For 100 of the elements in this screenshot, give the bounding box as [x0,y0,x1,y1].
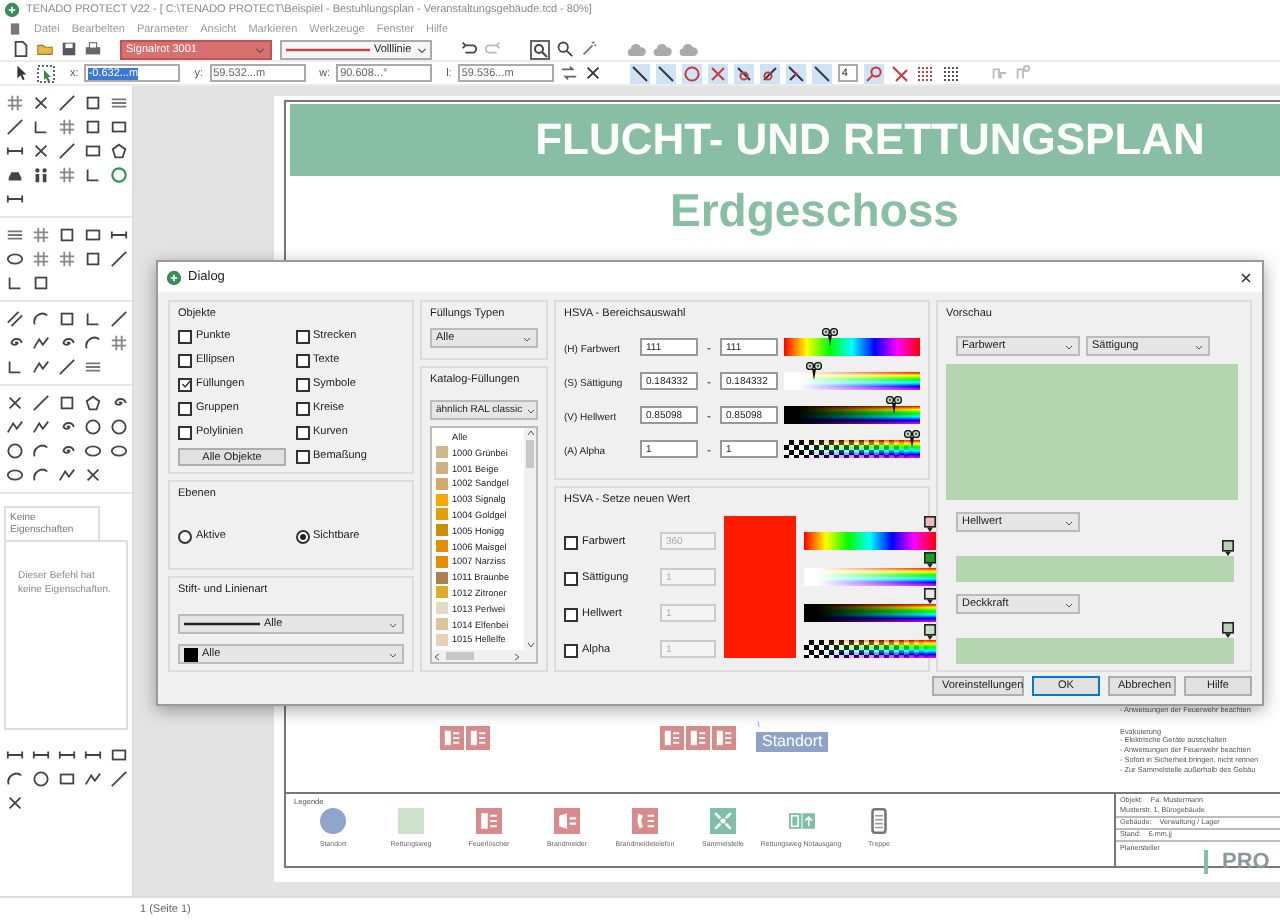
horizontal-lines-icon[interactable] [6,226,24,244]
corner-icon[interactable] [6,274,24,292]
document-icon[interactable] [8,22,22,36]
corner-icon[interactable] [84,310,102,328]
scrollbar-thumb[interactable] [446,652,474,660]
dimension-icon[interactable] [58,746,76,764]
scroll-up-icon[interactable] [525,428,535,438]
slider-thumb[interactable] [821,328,838,346]
grid-icon[interactable] [58,118,76,136]
checkbox[interactable] [178,329,192,343]
radio-button[interactable] [295,529,309,544]
slider-thumb[interactable] [886,396,902,414]
line-icon[interactable] [58,142,76,160]
cross-icon[interactable] [6,794,24,812]
arrow-cursor-icon[interactable] [12,64,30,82]
vertical-scrollbar[interactable] [524,428,536,650]
spiral-icon[interactable] [58,334,76,352]
search-icon[interactable] [556,40,574,58]
car-icon[interactable] [6,166,24,184]
line-icon[interactable] [58,358,76,376]
wand-icon[interactable] [580,40,598,58]
dimension-icon[interactable] [110,226,128,244]
arc-icon[interactable] [84,334,102,352]
line-icon[interactable] [655,63,676,83]
crossing-lines-icon[interactable] [889,63,910,83]
spiral-icon[interactable] [110,394,128,412]
square-icon[interactable] [58,394,76,412]
checkbox[interactable] [295,377,309,391]
dimension-icon[interactable] [32,746,50,764]
checkbox[interactable] [564,571,578,585]
circle-icon[interactable] [681,63,702,83]
select-box-icon[interactable] [36,63,56,83]
pentagon-icon[interactable] [84,394,102,412]
swap-arrows-icon[interactable] [559,64,578,82]
checkbox[interactable] [295,353,309,367]
ellipse-icon[interactable] [6,466,24,484]
scroll-right-icon[interactable] [512,651,522,661]
checkbox[interactable] [178,353,192,367]
line-icon[interactable] [110,770,128,788]
slider-marker[interactable] [924,552,936,568]
cross-icon[interactable] [32,142,50,160]
people-icon[interactable] [32,166,50,184]
ellipse-icon[interactable] [6,250,24,268]
corner-icon[interactable] [32,118,50,136]
checkbox[interactable] [178,401,192,415]
dot-grid-icon[interactable] [941,63,962,83]
polyline-icon[interactable] [58,466,76,484]
scroll-left-icon[interactable] [432,651,442,661]
corner-icon[interactable] [6,358,24,376]
checkbox[interactable] [295,425,309,439]
corner-icon[interactable] [84,166,102,184]
rectangle-icon[interactable] [84,226,102,244]
undo-icon[interactable] [460,40,478,58]
cross-icon[interactable] [84,466,102,484]
square-icon[interactable] [58,226,76,244]
spiral-icon[interactable] [6,334,24,352]
new-file-icon[interactable] [12,40,30,58]
grid-icon[interactable] [32,250,50,268]
checkbox[interactable] [564,607,578,621]
search-icon[interactable] [863,63,884,83]
preview-slider[interactable] [956,540,1234,582]
checkbox[interactable] [295,401,309,415]
grid-icon[interactable] [58,166,76,184]
line-icon[interactable] [32,394,50,412]
dimension-icon[interactable] [84,746,102,764]
slider-marker[interactable] [1222,622,1234,638]
cross-icon[interactable] [6,394,24,412]
square-icon[interactable] [58,310,76,328]
checkbox[interactable] [295,329,309,343]
scrollbar-thumb[interactable] [526,440,534,468]
square-icon[interactable] [84,250,102,268]
grid-icon[interactable] [32,226,50,244]
slider-marker[interactable] [924,516,936,532]
checkbox[interactable] [178,377,192,391]
checkbox[interactable] [564,535,578,549]
line-icon[interactable] [6,118,24,136]
dimension-icon[interactable] [6,142,24,160]
square-icon[interactable] [32,274,50,292]
parallel-lines-icon[interactable] [6,310,24,328]
gradient-slider[interactable] [804,516,936,550]
circle-icon[interactable] [32,770,50,788]
horizontal-scrollbar[interactable] [432,650,536,662]
zoom-window-icon[interactable] [530,39,550,59]
open-folder-icon[interactable] [36,40,54,58]
rectangle-icon[interactable] [58,770,76,788]
checkbox[interactable] [564,643,578,657]
perpendicular-icon[interactable] [785,63,806,83]
circle-icon[interactable] [84,418,102,436]
horizontal-lines-icon[interactable] [110,94,128,112]
grid-icon[interactable] [6,94,24,112]
polyline-icon[interactable] [84,770,102,788]
slider-marker[interactable] [1222,540,1234,556]
slider-thumb[interactable] [904,430,920,448]
dimension-icon[interactable] [6,746,24,764]
line-icon[interactable] [58,94,76,112]
rectangle-icon[interactable] [110,746,128,764]
save-icon[interactable] [60,40,78,58]
horizontal-lines-icon[interactable] [84,358,102,376]
dimension-icon[interactable] [6,190,24,208]
line-icon[interactable] [110,310,128,328]
